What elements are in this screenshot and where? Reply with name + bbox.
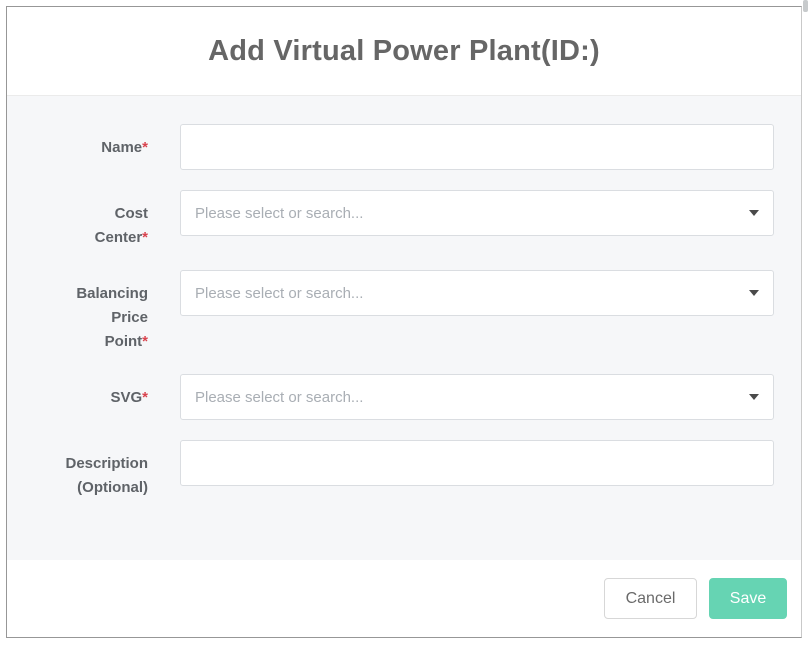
description-label: Description (Optional) <box>47 440 148 500</box>
name-input[interactable] <box>180 124 774 170</box>
description-input[interactable] <box>180 440 774 486</box>
svg-label: SVG* <box>47 374 148 410</box>
form-row-svg: SVG* Please select or search... <box>47 374 788 420</box>
balancing-price-point-placeholder: Please select or search... <box>195 285 741 302</box>
caret-down-icon <box>749 394 759 400</box>
dialog-footer: Cancel Save <box>7 560 801 637</box>
form-row-description: Description (Optional) <box>47 440 788 500</box>
cancel-button[interactable]: Cancel <box>604 578 697 619</box>
svg-placeholder: Please select or search... <box>195 389 741 406</box>
page-scrollbar-thumb[interactable] <box>803 0 808 12</box>
caret-down-icon <box>749 290 759 296</box>
caret-down-icon <box>749 210 759 216</box>
required-asterisk: * <box>142 229 148 246</box>
cost-center-label: Cost Center* <box>47 190 148 250</box>
dialog-header: Add Virtual Power Plant(ID:) <box>7 7 801 96</box>
cost-center-select[interactable]: Please select or search... <box>180 190 774 236</box>
form-row-balancing-price-point: Balancing Price Point* Please select or … <box>47 270 788 354</box>
required-asterisk: * <box>142 333 148 350</box>
form-row-name: Name* <box>47 124 788 170</box>
svg-select[interactable]: Please select or search... <box>180 374 774 420</box>
save-button[interactable]: Save <box>709 578 787 619</box>
balancing-price-point-select[interactable]: Please select or search... <box>180 270 774 316</box>
form-row-cost-center: Cost Center* Please select or search... <box>47 190 788 250</box>
required-asterisk: * <box>142 389 148 406</box>
dialog-title: Add Virtual Power Plant(ID:) <box>208 35 600 68</box>
cost-center-placeholder: Please select or search... <box>195 205 741 222</box>
required-asterisk: * <box>142 139 148 156</box>
name-label: Name* <box>47 124 148 160</box>
balancing-price-point-label: Balancing Price Point* <box>47 270 148 354</box>
add-virtual-power-plant-dialog: Add Virtual Power Plant(ID:) Name* Cost … <box>6 6 802 638</box>
dialog-body: Name* Cost Center* Please select or sear… <box>7 96 801 560</box>
